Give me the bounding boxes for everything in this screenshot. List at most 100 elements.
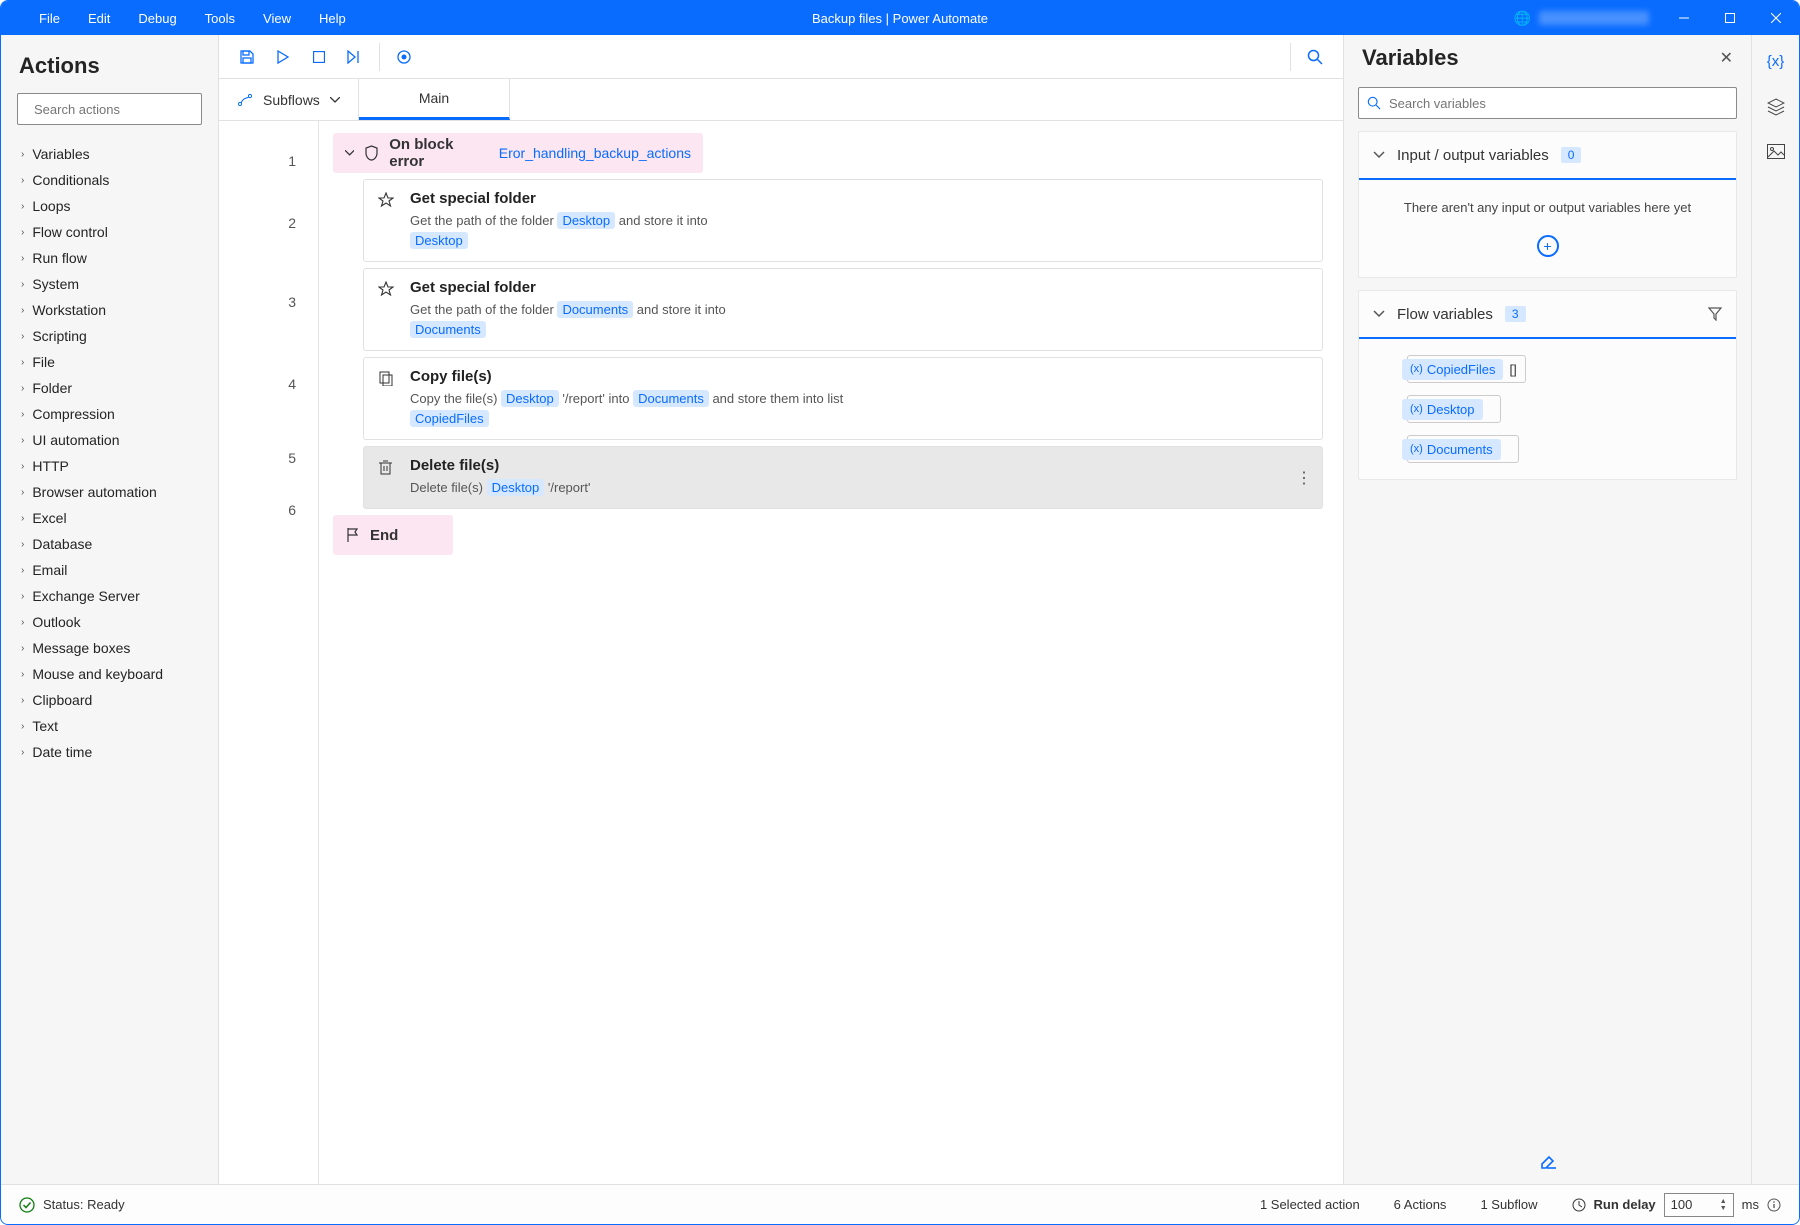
copy-icon [378, 370, 396, 386]
category-date-time[interactable]: ›Date time [1, 739, 218, 765]
record-button[interactable] [388, 41, 420, 73]
ms-label: ms [1742, 1197, 1759, 1212]
search-flow-button[interactable] [1299, 41, 1331, 73]
window-title: Backup files | Power Automate [812, 11, 988, 26]
flow-variables-header[interactable]: Flow variables 3 [1359, 291, 1736, 339]
step-card[interactable]: Copy file(s)Copy the file(s) Desktop '/r… [363, 357, 1323, 440]
menu-edit[interactable]: Edit [74, 3, 124, 34]
add-io-variable-button[interactable]: + [1537, 235, 1559, 257]
variables-tab-icon[interactable]: {x} [1767, 53, 1785, 70]
menu-tools[interactable]: Tools [191, 3, 249, 34]
chevron-right-icon: › [21, 331, 24, 342]
menu-help[interactable]: Help [305, 3, 360, 34]
step-card[interactable]: Get special folderGet the path of the fo… [363, 179, 1323, 262]
flow-variable-documents[interactable]: (x) Documents [1407, 435, 1519, 463]
category-flow-control[interactable]: ›Flow control [1, 219, 218, 245]
variables-panel: Variables ✕ Input / output variables 0 T… [1343, 35, 1751, 1184]
close-variables-button[interactable]: ✕ [1720, 48, 1733, 68]
category-file[interactable]: ›File [1, 349, 218, 375]
chevron-right-icon: › [21, 617, 24, 628]
chevron-down-icon [1373, 151, 1385, 159]
flow-variable-copiedfiles[interactable]: (x) CopiedFiles[] [1407, 355, 1526, 383]
category-text[interactable]: ›Text [1, 713, 218, 739]
chevron-right-icon: › [21, 487, 24, 498]
category-message-boxes[interactable]: ›Message boxes [1, 635, 218, 661]
category-clipboard[interactable]: ›Clipboard [1, 687, 218, 713]
chevron-right-icon: › [21, 565, 24, 576]
category-http[interactable]: ›HTTP [1, 453, 218, 479]
step-button[interactable] [339, 41, 371, 73]
account-area[interactable]: 🌐 [1514, 10, 1649, 27]
category-exchange-server[interactable]: ›Exchange Server [1, 583, 218, 609]
subflows-dropdown[interactable]: Subflows [219, 79, 359, 120]
run-button[interactable] [267, 41, 299, 73]
category-database[interactable]: ›Database [1, 531, 218, 557]
category-mouse-and-keyboard[interactable]: ›Mouse and keyboard [1, 661, 218, 687]
category-variables[interactable]: ›Variables [1, 141, 218, 167]
step-on-block-error[interactable]: On block errorEror_handling_backup_actio… [333, 133, 703, 173]
category-folder[interactable]: ›Folder [1, 375, 218, 401]
clock-icon [1572, 1198, 1586, 1212]
chevron-right-icon: › [21, 435, 24, 446]
line-number: 3 [219, 263, 318, 343]
chevron-down-icon [1373, 310, 1385, 318]
category-outlook[interactable]: ›Outlook [1, 609, 218, 635]
filter-icon[interactable] [1708, 307, 1722, 321]
category-system[interactable]: ›System [1, 271, 218, 297]
more-icon[interactable]: ⋮ [1296, 468, 1312, 488]
star-icon [378, 192, 396, 208]
category-workstation[interactable]: ›Workstation [1, 297, 218, 323]
chevron-right-icon: › [21, 305, 24, 316]
run-delay-input[interactable]: 100 ▲ ▼ [1664, 1193, 1734, 1217]
status-selected: 1 Selected action [1260, 1197, 1360, 1212]
chevron-down-icon [345, 150, 354, 156]
image-icon[interactable] [1767, 144, 1785, 159]
category-ui-automation[interactable]: ›UI automation [1, 427, 218, 453]
step-end[interactable]: End [333, 515, 453, 555]
status-check-icon [19, 1197, 35, 1213]
category-loops[interactable]: ›Loops [1, 193, 218, 219]
stepper-up-icon[interactable]: ▲ [1720, 1198, 1727, 1205]
category-scripting[interactable]: ›Scripting [1, 323, 218, 349]
stop-button[interactable] [303, 41, 335, 73]
variables-search[interactable] [1358, 87, 1737, 119]
layers-icon[interactable] [1767, 98, 1785, 116]
menu-file[interactable]: File [25, 3, 74, 34]
step-card[interactable]: Get special folderGet the path of the fo… [363, 268, 1323, 351]
star-icon [378, 281, 396, 297]
line-number: 2 [219, 185, 318, 263]
chevron-right-icon: › [21, 227, 24, 238]
info-icon[interactable] [1767, 1198, 1781, 1212]
category-email[interactable]: ›Email [1, 557, 218, 583]
menu-view[interactable]: View [249, 3, 305, 34]
clear-variables-button[interactable] [1534, 1146, 1562, 1174]
category-compression[interactable]: ›Compression [1, 401, 218, 427]
io-variables-header[interactable]: Input / output variables 0 [1359, 132, 1736, 180]
close-button[interactable] [1753, 1, 1799, 35]
variables-search-input[interactable] [1389, 96, 1728, 111]
variables-title: Variables [1362, 45, 1459, 71]
chevron-right-icon: › [21, 747, 24, 758]
minimize-button[interactable] [1661, 1, 1707, 35]
category-conditionals[interactable]: ›Conditionals [1, 167, 218, 193]
titlebar: FileEditDebugToolsViewHelp Backup files … [1, 1, 1799, 35]
account-label [1539, 11, 1649, 25]
menu-debug[interactable]: Debug [124, 3, 190, 34]
io-empty-message: There aren't any input or output variabl… [1373, 200, 1722, 215]
status-actions: 6 Actions [1394, 1197, 1447, 1212]
actions-search-input[interactable] [34, 102, 210, 117]
category-run-flow[interactable]: ›Run flow [1, 245, 218, 271]
tab-main[interactable]: Main [359, 79, 510, 120]
stepper-down-icon[interactable]: ▼ [1720, 1205, 1727, 1212]
save-button[interactable] [231, 41, 263, 73]
line-number: 6 [219, 491, 318, 531]
chevron-right-icon: › [21, 175, 24, 186]
category-excel[interactable]: ›Excel [1, 505, 218, 531]
step-card[interactable]: Delete file(s)Delete file(s) Desktop '/r… [363, 446, 1323, 509]
actions-search[interactable] [17, 93, 202, 125]
chevron-right-icon: › [21, 409, 24, 420]
maximize-button[interactable] [1707, 1, 1753, 35]
flow-variable-desktop[interactable]: (x) Desktop [1407, 395, 1501, 423]
category-browser-automation[interactable]: ›Browser automation [1, 479, 218, 505]
chevron-right-icon: › [21, 279, 24, 290]
